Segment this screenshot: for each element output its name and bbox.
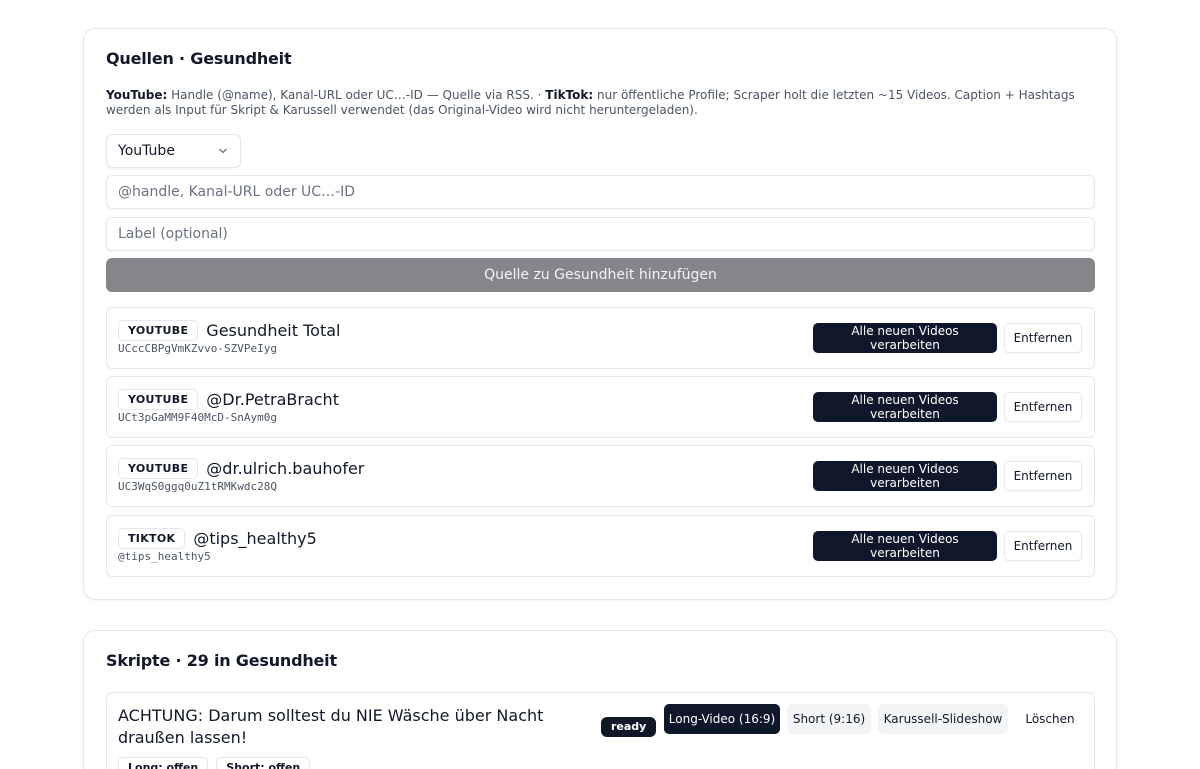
source-id: UCt3pGaMM9F40McD-SnAym0g [118,411,277,424]
sources-card: Quellen · Gesundheit YouTube: Handle (@n… [83,28,1117,600]
long-video-button[interactable]: Long-Video (16:9) [664,704,780,734]
sources-help-text: YouTube: Handle (@name), Kanal-URL oder … [106,88,1101,118]
help-youtube-text: Handle (@name), Kanal-URL oder UC…-ID — … [167,88,546,102]
process-videos-button[interactable]: Alle neuen Videos verarbeiten [813,323,997,353]
source-id: UCccCBPgVmKZvvo-SZVPeIyg [118,342,277,355]
add-source-button[interactable]: Quelle zu Gesundheit hinzufügen [106,258,1095,292]
help-tiktok-label: TikTok: [545,88,594,102]
platform-badge: YOUTUBE [118,389,199,410]
source-name: @dr.ulrich.bauhofer [206,459,365,478]
chevron-down-icon [217,145,229,157]
source-row: YOUTUBE Gesundheit Total UCccCBPgVmKZvvo… [106,307,1095,369]
source-row: YOUTUBE @Dr.PetraBracht UCt3pGaMM9F40McD… [106,376,1095,438]
handle-input[interactable] [106,175,1095,209]
scripts-card: Skripte · 29 in Gesundheit ACHTUNG: Daru… [83,630,1117,769]
long-status-chip: Long: offen [118,757,209,769]
short-video-button[interactable]: Short (9:16) [787,704,871,734]
short-status-chip: Short: offen [216,757,311,769]
carousel-slideshow-button[interactable]: Karussell-Slideshow [878,704,1008,734]
platform-badge: TIKTOK [118,528,186,549]
script-row: ACHTUNG: Darum solltest du NIE Wäsche üb… [106,692,1095,769]
platform-select[interactable]: YouTube [106,134,241,168]
remove-source-button[interactable]: Entfernen [1004,392,1082,422]
platform-badge: YOUTUBE [118,458,199,479]
process-videos-button[interactable]: Alle neuen Videos verarbeiten [813,392,997,422]
delete-script-button[interactable]: Löschen [1015,704,1085,734]
source-name: @tips_healthy5 [193,529,317,548]
platform-badge: YOUTUBE [118,320,199,341]
source-id: @tips_healthy5 [118,550,211,563]
sources-title: Quellen · Gesundheit [106,49,292,68]
label-input[interactable] [106,217,1095,251]
script-status-chips: Long: offen Short: offen [118,757,311,769]
remove-source-button[interactable]: Entfernen [1004,531,1082,561]
platform-select-value: YouTube [118,143,175,159]
help-youtube-label: YouTube: [106,88,168,102]
source-row: TIKTOK @tips_healthy5 @tips_healthy5 All… [106,515,1095,577]
process-videos-button[interactable]: Alle neuen Videos verarbeiten [813,461,997,491]
source-row: YOUTUBE @dr.ulrich.bauhofer UC3WqS0ggq0u… [106,445,1095,507]
remove-source-button[interactable]: Entfernen [1004,461,1082,491]
scripts-title: Skripte · 29 in Gesundheit [106,651,337,670]
source-name: @Dr.PetraBracht [206,390,339,409]
process-videos-button[interactable]: Alle neuen Videos verarbeiten [813,531,997,561]
status-badge: ready [601,717,657,737]
script-title: ACHTUNG: Darum solltest du NIE Wäsche üb… [118,706,544,747]
source-name: Gesundheit Total [206,321,341,340]
source-id: UC3WqS0ggq0uZ1tRMKwdc28Q [118,480,277,493]
remove-source-button[interactable]: Entfernen [1004,323,1082,353]
